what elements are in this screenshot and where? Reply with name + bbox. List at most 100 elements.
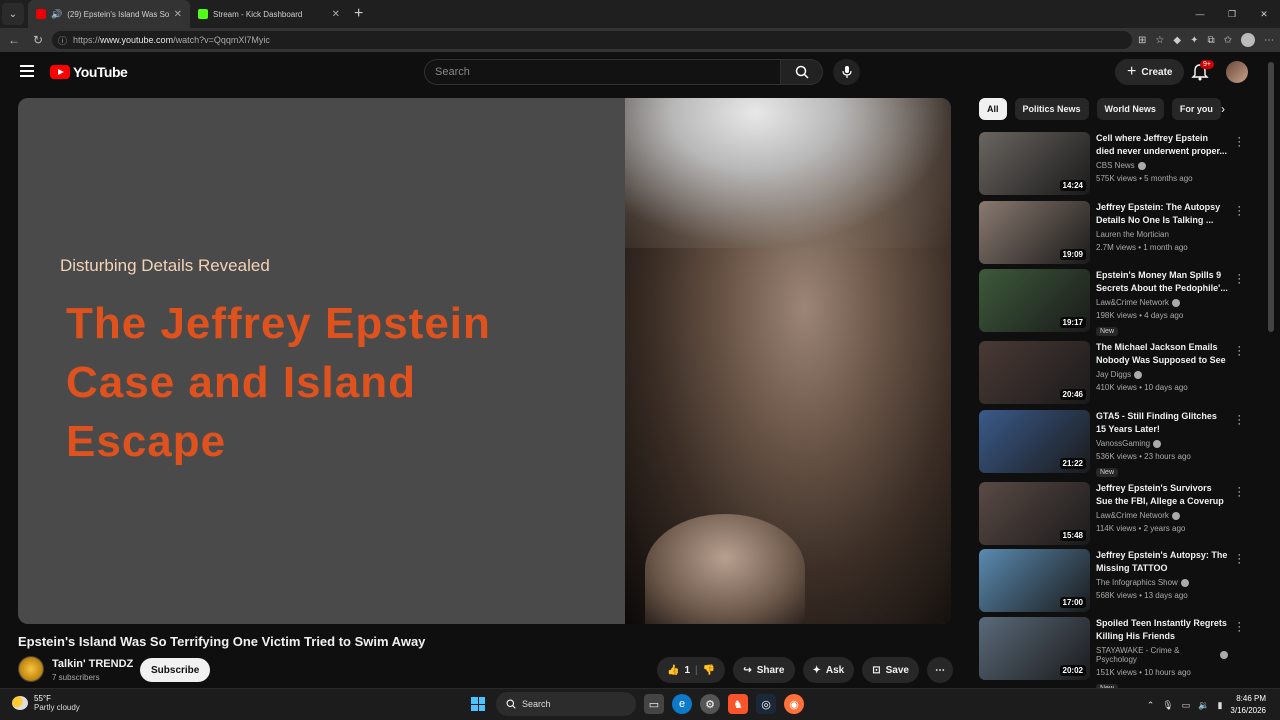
more-vertical-icon[interactable]: · · · [1237,618,1241,637]
weather-widget[interactable]: 55°F Partly cloudy [12,694,80,712]
youtube-logo[interactable]: YouTube [50,64,128,80]
thumbs-down-icon[interactable]: 👎 [703,665,715,676]
back-arrow-icon[interactable]: ← [4,33,24,47]
video-thumbnail[interactable]: 20:02 [979,617,1090,680]
windows-start-icon[interactable] [468,694,488,714]
url-field[interactable]: ⓘ https://www.youtube.com/watch?v=QqqmXl… [52,31,1132,49]
recommendation-title[interactable]: The Michael Jackson Emails Nobody Was Su… [1096,341,1228,367]
recommendation-channel[interactable]: The Infographics Show [1096,578,1228,587]
recommendation-item[interactable]: 19:09 Jeffrey Epstein: The Autopsy Detail… [979,201,1247,269]
video-thumbnail[interactable]: 19:09 [979,201,1090,264]
scrollbar[interactable] [1268,62,1274,332]
chip-world-news[interactable]: World News [1096,98,1164,120]
chevron-right-icon[interactable]: › [1212,98,1234,120]
settings-app-icon[interactable]: ⚙ [700,694,720,714]
brave-browser-icon[interactable]: ♞ [728,694,748,714]
video-player[interactable]: Disturbing Details Revealed The Jeffrey … [18,98,951,624]
channel-name[interactable]: Talkin' TRENDZ [52,658,133,670]
tab-list-button[interactable]: ⌄ [2,3,24,25]
favorite-star-icon[interactable]: ☆ [1155,35,1164,46]
hamburger-menu-icon[interactable] [20,65,34,77]
ask-button[interactable]: ✦ Ask [802,657,855,683]
recommendation-item[interactable]: 21:22 GTA5 - Still Finding Glitches 15 Ye… [979,410,1247,482]
microphone-tray-icon[interactable]: 🎙 [1162,700,1173,711]
account-avatar[interactable] [1226,61,1248,83]
clock[interactable]: 8:46 PM 3/16/2026 [1230,693,1266,717]
recommendation-channel[interactable]: Law&Crime Network [1096,298,1228,307]
speaker-icon[interactable]: 🔊 [51,9,62,20]
battery-icon[interactable]: ▮ [1217,700,1222,711]
steam-icon[interactable]: ◎ [756,694,776,714]
search-button[interactable] [781,59,823,85]
firefox-icon[interactable]: ◉ [784,694,804,714]
recommendation-channel[interactable]: CBS News [1096,161,1228,170]
more-vertical-icon[interactable]: · · · [1237,202,1241,221]
video-thumbnail[interactable]: 19:17 [979,269,1090,332]
more-vertical-icon[interactable]: · · · [1237,133,1241,152]
video-thumbnail[interactable]: 14:24 [979,132,1090,195]
share-button[interactable]: ↪ Share [733,657,795,683]
extension-icon[interactable]: ◆ [1173,35,1181,46]
more-menu-icon[interactable]: ⋯ [1264,35,1274,46]
more-vertical-icon[interactable]: · · · [1237,550,1241,569]
tab-close-icon[interactable]: ✕ [332,9,340,20]
favorites-icon[interactable]: ✩ [1224,35,1232,46]
recommendation-item[interactable]: 20:02 Spoiled Teen Instantly Regrets Kill… [979,617,1247,693]
split-screen-icon[interactable]: ⧉ [1207,35,1214,46]
tab-kick[interactable]: Stream - Kick Dashboard ✕ [190,0,348,28]
recommendation-title[interactable]: GTA5 - Still Finding Glitches 15 Years L… [1096,410,1228,436]
more-vertical-icon[interactable]: · · · [1237,342,1241,361]
recommendation-item[interactable]: 19:17 Epstein's Money Man Spills 9 Secret… [979,269,1247,341]
video-thumbnail[interactable]: 15:48 [979,482,1090,545]
recommendation-title[interactable]: Jeffrey Epstein: The Autopsy Details No … [1096,201,1228,227]
channel-avatar[interactable] [18,656,44,682]
recommendation-channel[interactable]: VanossGaming [1096,439,1228,448]
recommendation-title[interactable]: Jeffrey Epstein's Autopsy: The Missing T… [1096,549,1228,575]
like-button[interactable]: 👍 1 | 👎 [657,657,726,683]
app-icon[interactable]: ⊞ [1138,35,1146,46]
more-vertical-icon[interactable]: · · · [1237,483,1241,502]
recommendation-title[interactable]: Spoiled Teen Instantly Regrets Killing H… [1096,617,1228,643]
more-vertical-icon[interactable]: · · · [1237,270,1241,289]
minimize-icon[interactable]: — [1184,0,1216,28]
monitor-icon[interactable]: ▭ [1182,700,1191,711]
more-actions-button[interactable]: ⋯ [927,657,953,683]
subscribe-button[interactable]: Subscribe [140,658,211,682]
voice-search-button[interactable] [833,59,860,85]
recommendation-channel[interactable]: Jay Diggs [1096,370,1228,379]
chevron-up-icon[interactable]: ⌃ [1147,700,1155,711]
chip-all[interactable]: All [979,98,1007,120]
recommendation-item[interactable]: 17:00 Jeffrey Epstein's Autopsy: The Miss… [979,549,1247,617]
recommendation-channel[interactable]: STAYAWAKE - Crime & Psychology [1096,646,1228,664]
task-view-icon[interactable]: ▭ [644,694,664,714]
puzzle-icon[interactable]: ✦ [1190,35,1198,46]
taskbar-search[interactable]: Search [496,692,636,716]
recommendation-item[interactable]: 20:46 The Michael Jackson Emails Nobody W… [979,341,1247,410]
profile-avatar[interactable] [1241,33,1255,47]
recommendation-channel[interactable]: Lauren the Mortician [1096,230,1228,239]
create-button[interactable]: + Create [1115,59,1185,85]
video-thumbnail[interactable]: 17:00 [979,549,1090,612]
tab-youtube[interactable]: 🔊 (29) Epstein's Island Was So Te ✕ [28,0,190,28]
recommendation-title[interactable]: Epstein's Money Man Spills 9 Secrets Abo… [1096,269,1228,295]
url-host: www.youtube.com [100,35,174,45]
search-input[interactable]: Search [424,59,781,85]
site-info-icon[interactable]: ⓘ [58,34,67,47]
restore-icon[interactable]: ❐ [1216,0,1248,28]
refresh-icon[interactable]: ↻ [28,33,48,47]
new-tab-icon[interactable]: + [354,5,363,23]
video-thumbnail[interactable]: 20:46 [979,341,1090,404]
recommendation-item[interactable]: 14:24 Cell where Jeffrey Epstein died nev… [979,132,1247,201]
tab-close-icon[interactable]: ✕ [174,9,182,20]
recommendation-item[interactable]: 15:48 Jeffrey Epstein's Survivors Sue the… [979,482,1247,549]
save-button[interactable]: ⊡ Save [862,657,919,683]
more-vertical-icon[interactable]: · · · [1237,411,1241,430]
recommendation-title[interactable]: Cell where Jeffrey Epstein died never un… [1096,132,1228,158]
close-window-icon[interactable]: ✕ [1248,0,1280,28]
video-thumbnail[interactable]: 21:22 [979,410,1090,473]
volume-icon[interactable]: 🔉 [1198,700,1209,711]
recommendation-channel[interactable]: Law&Crime Network [1096,511,1228,520]
edge-browser-icon[interactable]: e [672,694,692,714]
chip-politics-news[interactable]: Politics News [1014,98,1089,120]
recommendation-title[interactable]: Jeffrey Epstein's Survivors Sue the FBI,… [1096,482,1228,508]
